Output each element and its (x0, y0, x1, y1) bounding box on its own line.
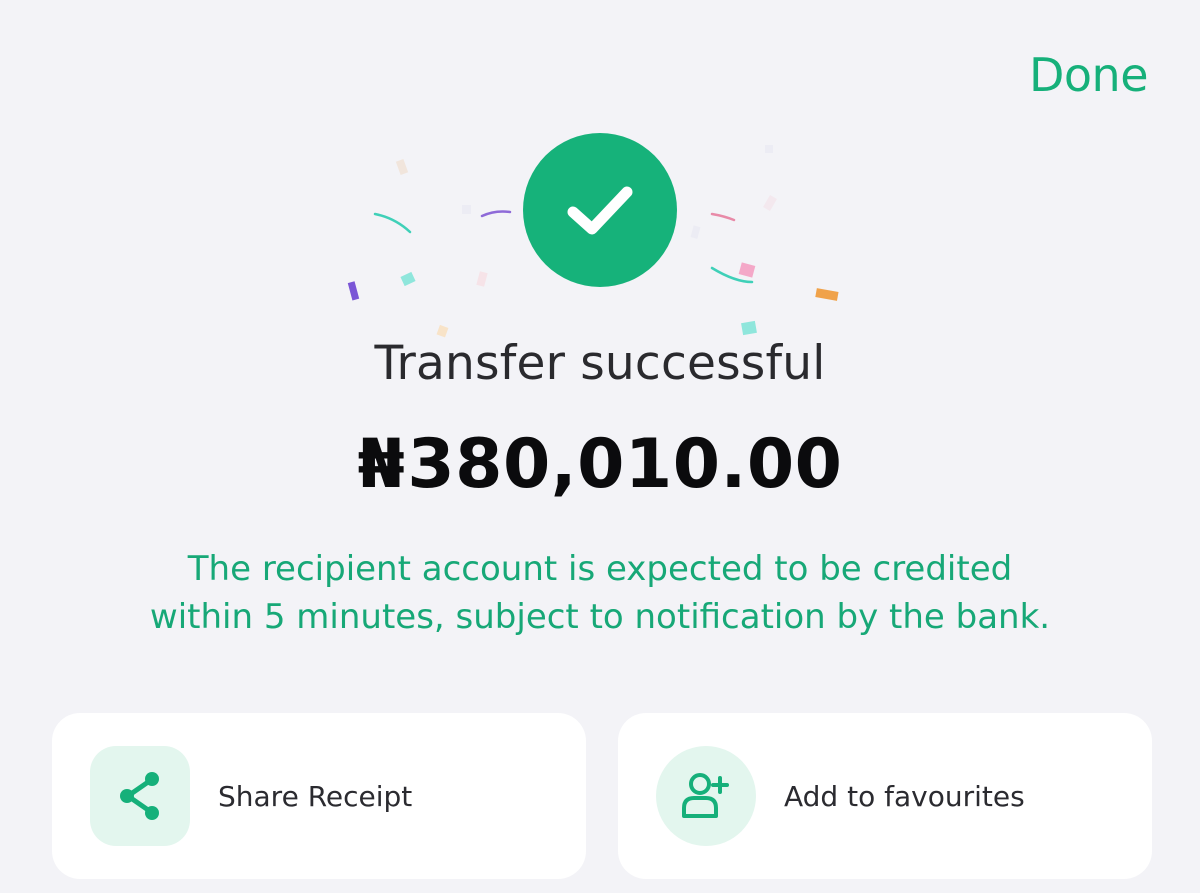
share-icon (90, 746, 190, 846)
currency-symbol: ₦ (357, 425, 406, 504)
amount-value: 380,010.00 (407, 425, 843, 504)
add-to-favourites-label: Add to favourites (784, 779, 1025, 813)
check-circle-icon (523, 133, 677, 287)
share-receipt-button[interactable]: Share Receipt (52, 713, 586, 879)
transfer-amount: ₦380,010.00 (0, 425, 1200, 504)
share-receipt-label: Share Receipt (218, 779, 413, 813)
status-title: Transfer successful (374, 336, 826, 391)
done-button[interactable]: Done (1029, 52, 1149, 98)
add-to-favourites-button[interactable]: Add to favourites (618, 713, 1152, 879)
credit-notice: The recipient account is expected to be … (149, 549, 1051, 637)
transfer-success-screen: Done Transfer successful ₦380,010.00 The… (0, 0, 1200, 893)
add-user-icon (656, 746, 756, 846)
